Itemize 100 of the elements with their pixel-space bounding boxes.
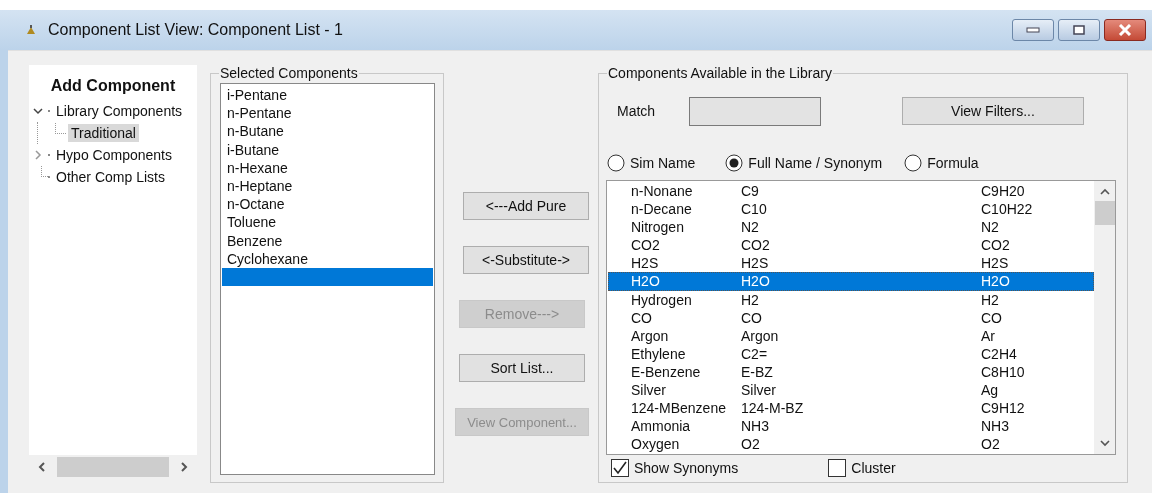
list-item[interactable]: n-Butane [222,122,433,141]
list-row[interactable]: H2O H2O H2O [608,272,1094,291]
scroll-thumb[interactable] [1094,201,1115,225]
list-item[interactable]: Cyclohexane [222,249,433,268]
selected-blank-row[interactable] [222,267,433,287]
table-cell-text: CO2 [741,236,771,255]
match-field[interactable] [689,96,821,126]
checkbox-option[interactable]: Show Synonyms [611,459,739,477]
chevron-down-icon[interactable] [33,106,43,116]
maximize-button[interactable] [1058,19,1100,41]
table-cell-text: Silver [630,381,667,400]
list-row[interactable]: E-Benzene E-BZ C8H10 [608,362,1094,382]
list-row[interactable]: Oxygen O2 O2 [608,435,1094,454]
table-cell-text: E-BZ [741,362,774,382]
list-row[interactable]: 124-MBenzene 124-M-BZ C9H12 [608,399,1094,418]
action-button[interactable]: <---Add Pure [463,192,589,220]
scroll-up-icon[interactable] [1098,187,1111,197]
table-cell-text: C10 [741,200,768,219]
table-cell-text: CO2 [630,236,661,255]
table-cell-text: H2 [741,290,760,309]
list-item[interactable]: n-Pentane [222,104,433,123]
radio-option[interactable]: Formula [904,154,979,172]
group-title: Selected Components [219,65,359,81]
scroll-left-icon[interactable] [37,461,47,473]
tree-item[interactable]: Traditional [68,124,139,142]
minimize-icon [1026,27,1040,33]
checkbox-icon[interactable] [828,459,847,477]
table-cell-text: H2O [630,272,661,291]
table-cell-text: Ethylene [630,344,687,363]
table-cell: Ar [981,326,995,345]
list-item[interactable]: n-Heptane [222,176,433,196]
table-cell: CO [981,308,1002,327]
radio-icon[interactable] [725,154,744,172]
table-cell: C10H22 [981,200,1033,219]
list-row[interactable]: CO CO CO [608,308,1094,327]
checkbox-option[interactable]: Cluster [828,459,896,477]
table-cell: CO2 [981,236,1010,255]
table-cell: H2O [981,272,1010,291]
table-cell-text: N2 [741,218,760,237]
library-list[interactable] [606,180,1116,455]
radio-option[interactable]: Full Name / Synonym [725,154,883,172]
table-cell-text: E-Benzene [630,362,702,382]
table-cell-text: O2 [741,435,761,454]
scroll-down-icon[interactable] [1098,438,1111,448]
table-cell-text: Silver [741,381,777,400]
checkbox-icon[interactable] [611,459,629,477]
scroll-right-icon[interactable] [179,461,189,473]
action-button[interactable]: <-Substitute-> [463,246,589,274]
minimize-button[interactable] [1012,19,1054,41]
view-filters-button[interactable]: View Filters... [902,97,1084,125]
table-cell-text: H2S [741,254,770,273]
table-cell-text: Argon [741,326,780,345]
table-cell: C9H12 [981,399,1025,418]
table-cell: C8H10 [981,362,1025,382]
radio-icon[interactable] [904,154,923,172]
table-cell-text: n-Decane [630,200,693,219]
table-cell-text: 124-M-BZ [741,399,805,418]
list-item[interactable]: i-Butane [222,140,433,159]
table-cell: N2 [981,218,999,237]
list-row[interactable]: Ethylene C2= C2H4 [608,344,1094,363]
field-label: Match [617,103,657,119]
list-item[interactable]: Toluene [222,213,433,232]
list-row[interactable]: n-Nonane C9 C9H20 [608,182,1094,201]
table-cell-text: Oxygen [630,435,681,454]
table-cell-text: CO [741,308,763,327]
list-row[interactable]: CO2 CO2 CO2 [608,236,1094,255]
radio-icon[interactable] [607,154,625,172]
chevron-right-icon[interactable] [33,150,43,160]
close-icon [1118,24,1132,36]
list-item[interactable]: i-Pentane [222,86,433,105]
table-cell: Ag [981,381,999,400]
list-item[interactable]: n-Octane [222,195,433,214]
vertical-scrollbar[interactable] [1094,181,1115,454]
list-row[interactable]: Silver Silver Ag [608,381,1094,400]
list-item[interactable]: n-Hexane [222,158,433,177]
table-cell-text: 124-MBenzene [630,399,727,418]
list-row[interactable]: n-Decane C10 C10H22 [608,200,1094,219]
table-cell: H2 [981,290,999,309]
list-row[interactable]: Hydrogen H2 H2 [608,290,1094,309]
table-cell-text: C2= [741,344,769,363]
group-title: Components Available in the Library [607,65,833,81]
table-cell-text: H2O [741,272,771,291]
close-button[interactable] [1104,19,1146,41]
list-row[interactable]: Nitrogen N2 N2 [608,218,1094,237]
selected-components-list[interactable]: i-Pentane n-Pentane n-Butane i-Butane n-Hexane n-Heptane n-Octane Toluene Benzene Cyclohexane [220,83,435,475]
tree-item[interactable]: Library Components [53,102,186,120]
list-row[interactable]: Ammonia NH3 NH3 [608,417,1094,436]
radio-option[interactable]: Sim Name [607,154,696,172]
app-icon [26,25,36,35]
tree-item[interactable]: Hypo Components [53,146,175,164]
table-cell-text: Hydrogen [630,290,693,309]
panel-heading: Add Component [49,77,177,95]
table-cell-text: H2S [630,254,660,273]
table-cell: O2 [981,435,1000,454]
tree-item[interactable]: Other Comp Lists [53,168,168,186]
table-cell-text: C9 [741,182,760,201]
list-row[interactable]: H2S H2S H2S [608,254,1094,273]
list-row[interactable]: Argon Argon Ar [608,326,1094,345]
list-item[interactable]: Benzene [222,231,433,250]
action-button[interactable]: Sort List... [459,354,585,382]
